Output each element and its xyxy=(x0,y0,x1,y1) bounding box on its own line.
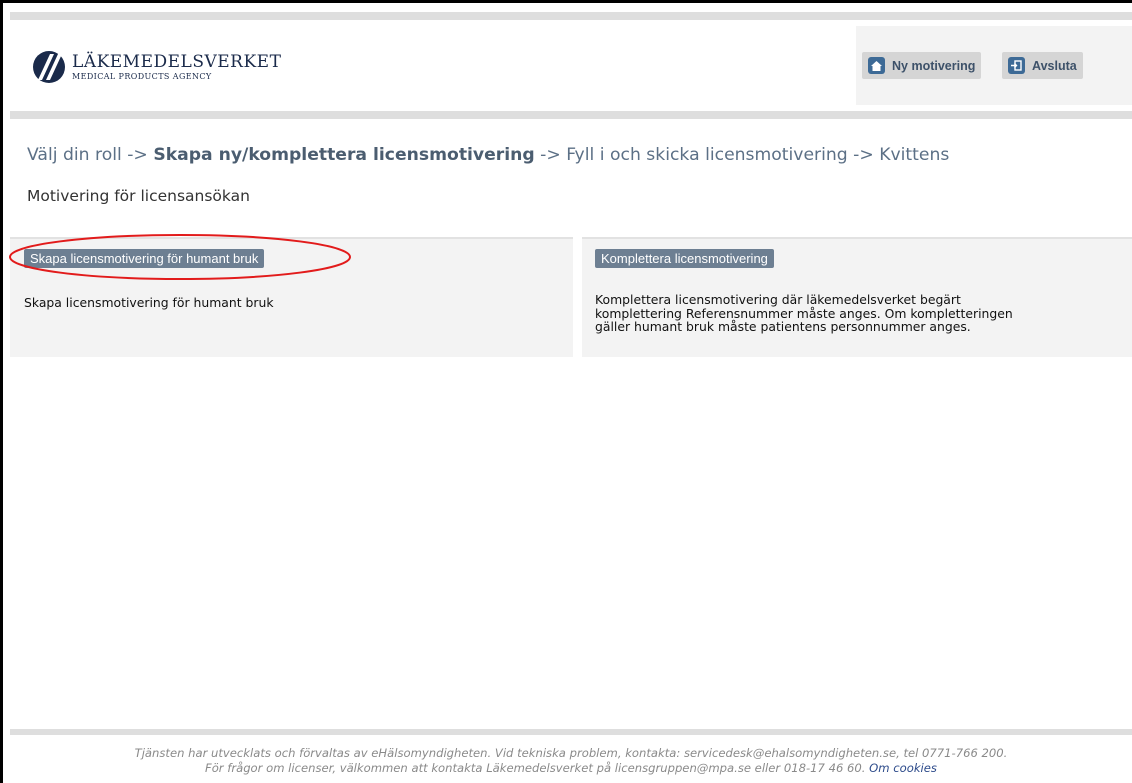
header-actions: Ny motivering Avsluta xyxy=(856,26,1132,105)
home-icon xyxy=(868,57,885,74)
new-motivation-label: Ny motivering xyxy=(892,58,976,73)
header-divider xyxy=(10,111,1132,119)
description-line: komplettering Referensnummer måste anges… xyxy=(595,305,1013,321)
complete-panel-description: Komplettera licensmotivering där läkemed… xyxy=(595,293,1115,334)
create-panel: Skapa licensmotivering för humant bruk S… xyxy=(10,237,573,357)
logout-icon xyxy=(1008,57,1025,74)
window-frame-left xyxy=(0,0,3,783)
footer-line-2: För frågor om licenser, välkommen att ko… xyxy=(10,761,1132,776)
breadcrumb-step-receipt: Kvittens xyxy=(879,145,950,165)
breadcrumb: Välj din roll -> Skapa ny/komplettera li… xyxy=(27,145,949,165)
agency-logo-icon xyxy=(33,51,65,83)
complete-motivation-button[interactable]: Komplettera licensmotivering xyxy=(595,249,774,268)
agency-logo[interactable]: LÄKEMEDELSVERKET MEDICAL PRODUCTS AGENCY xyxy=(32,50,281,84)
description-line: gäller humant bruk måste patientens pers… xyxy=(595,319,971,334)
window-frame-top xyxy=(0,0,1132,3)
breadcrumb-separator: -> xyxy=(127,145,148,165)
breadcrumb-step-role: Välj din roll xyxy=(27,145,122,165)
cookies-link[interactable]: Om cookies xyxy=(869,761,937,775)
logout-button[interactable]: Avsluta xyxy=(1002,52,1083,79)
logo-subtitle: MEDICAL PRODUCTS AGENCY xyxy=(72,71,212,81)
footer-line-1: Tjänsten har utvecklats och förvaltas av… xyxy=(134,746,1008,760)
breadcrumb-step-create: Skapa ny/komplettera licensmotivering xyxy=(153,145,535,165)
create-panel-description: Skapa licensmotivering för humant bruk xyxy=(24,295,274,310)
description-line: Komplettera licensmotivering där läkemed… xyxy=(595,292,961,307)
footer-divider xyxy=(10,729,1132,735)
complete-panel: Komplettera licensmotivering Komplettera… xyxy=(582,237,1132,357)
page-title: Motivering för licensansökan xyxy=(27,187,250,205)
breadcrumb-separator: -> xyxy=(853,145,874,165)
breadcrumb-step-fill: Fyll i och skicka licensmotivering xyxy=(566,145,848,165)
site-header: LÄKEMEDELSVERKET MEDICAL PRODUCTS AGENCY… xyxy=(10,20,1132,111)
new-motivation-button[interactable]: Ny motivering xyxy=(862,52,982,79)
breadcrumb-separator: -> xyxy=(540,145,561,165)
top-divider xyxy=(10,12,1132,20)
create-human-use-button[interactable]: Skapa licensmotivering för humant bruk xyxy=(24,249,265,268)
footer-contact-text: För frågor om licenser, välkommen att ko… xyxy=(205,761,866,775)
logo-name: LÄKEMEDELSVERKET xyxy=(72,51,282,72)
logout-label: Avsluta xyxy=(1032,58,1077,73)
footer: Tjänsten har utvecklats och förvaltas av… xyxy=(10,746,1132,776)
